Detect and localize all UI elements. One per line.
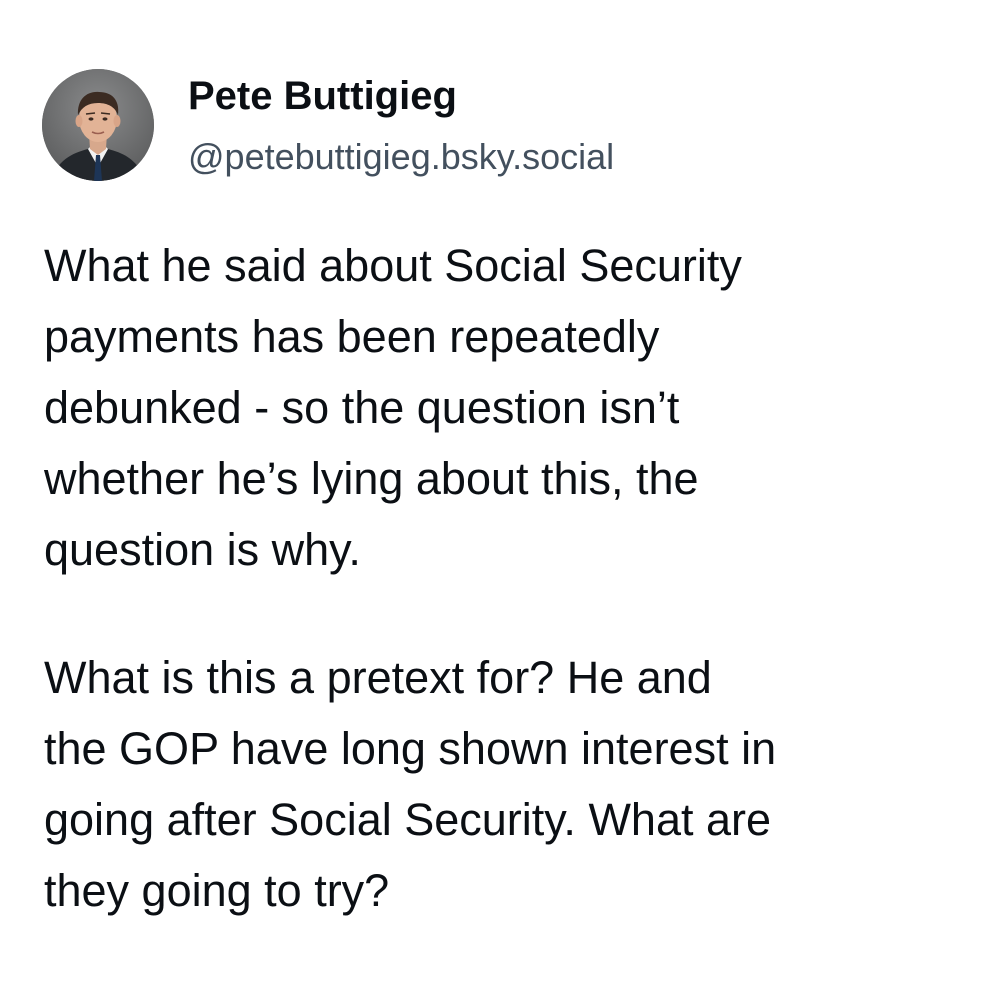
post-body: What he said about Social Security payme… xyxy=(44,230,969,926)
avatar[interactable] xyxy=(42,69,154,181)
author-handle[interactable]: @petebuttigieg.bsky.social xyxy=(188,133,614,181)
post-text-line: debunked - so the question isn’t xyxy=(44,382,680,433)
post-paragraph-2: What is this a pretext for? He and the G… xyxy=(44,642,969,926)
post-text-line: they going to try? xyxy=(44,865,390,916)
post-text-line: whether he’s lying about this, the xyxy=(44,453,699,504)
social-post: Pete Buttigieg @petebuttigieg.bsky.socia… xyxy=(0,0,1000,1000)
post-text-line: question is why. xyxy=(44,524,361,575)
post-text-line: What he said about Social Security xyxy=(44,240,742,291)
post-text-line: the GOP have long shown interest in xyxy=(44,723,777,774)
post-text-line: going after Social Security. What are xyxy=(44,794,772,845)
post-paragraph-1: What he said about Social Security payme… xyxy=(44,230,969,585)
profile-photo-icon xyxy=(42,69,154,181)
author-display-name[interactable]: Pete Buttigieg xyxy=(188,70,457,122)
post-text-line: What is this a pretext for? He and xyxy=(44,652,712,703)
post-text-line: payments has been repeatedly xyxy=(44,311,660,362)
